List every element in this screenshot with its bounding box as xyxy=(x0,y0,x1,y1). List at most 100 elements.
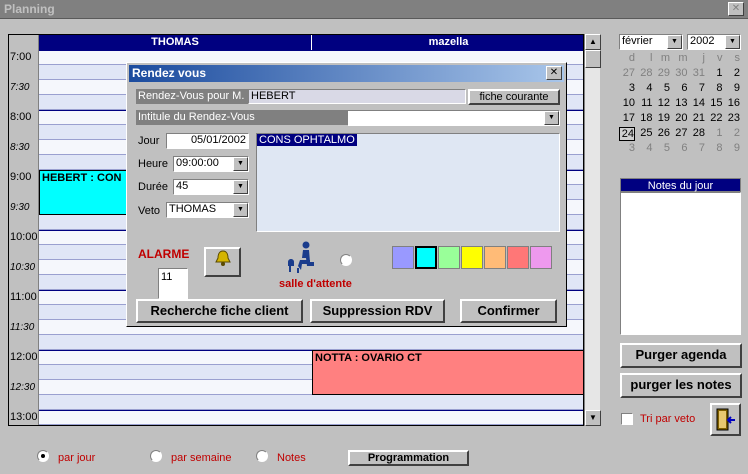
calendar-day[interactable]: 9 xyxy=(724,82,740,94)
calendar-day[interactable]: 22 xyxy=(707,112,722,124)
calendar-day[interactable]: 6 xyxy=(672,82,687,94)
calendar-day[interactable]: 31 xyxy=(689,67,705,79)
time-slot[interactable]: 13:00 xyxy=(9,410,583,425)
calendar-day[interactable]: 28 xyxy=(689,127,705,139)
calendar-day[interactable]: 9 xyxy=(724,142,740,154)
color-swatch-pink[interactable] xyxy=(530,246,552,269)
calendar-day[interactable]: 27 xyxy=(672,127,687,139)
calendar-day[interactable]: 19 xyxy=(654,112,670,124)
notes-du-jour-area[interactable] xyxy=(620,192,741,335)
calendar-day[interactable]: 15 xyxy=(707,97,722,109)
alarm-button[interactable] xyxy=(204,247,241,277)
heure-combo[interactable]: 09:00:00 ▼ xyxy=(173,156,249,172)
time-label: 8:30 xyxy=(10,142,30,153)
chevron-down-icon[interactable]: ▼ xyxy=(667,35,682,49)
calendar-day[interactable]: 1 xyxy=(707,127,722,139)
calendar-day[interactable]: 17 xyxy=(619,112,635,124)
calendar-day[interactable]: 4 xyxy=(637,82,652,94)
calendar-day[interactable]: 8 xyxy=(707,142,722,154)
salle-attente-radio[interactable] xyxy=(340,254,352,266)
calendar-day[interactable]: 14 xyxy=(689,97,705,109)
calendar-day[interactable]: 5 xyxy=(654,82,670,94)
calendar-day[interactable]: 2 xyxy=(724,67,740,79)
notes-label: Notes xyxy=(277,452,306,464)
calendar-day[interactable]: 7 xyxy=(689,142,705,154)
calendar-day[interactable]: 4 xyxy=(637,142,652,154)
calendar-day[interactable]: 30 xyxy=(672,67,687,79)
month-select[interactable]: février ▼ xyxy=(619,34,683,50)
alarme-field[interactable]: 11 xyxy=(158,268,188,299)
intitule-combo[interactable]: ▼ xyxy=(347,110,560,126)
color-swatch-cyan[interactable] xyxy=(415,246,437,269)
dialog-title-bar: Rendez vous ✕ xyxy=(129,65,564,82)
color-swatch-yellow[interactable] xyxy=(461,246,483,269)
color-swatch-violet[interactable] xyxy=(392,246,414,269)
programmation-button[interactable]: Programmation xyxy=(348,450,469,466)
exit-button[interactable] xyxy=(710,403,741,436)
calendar-day[interactable]: 1 xyxy=(707,67,722,79)
calendar-day[interactable]: 3 xyxy=(619,82,635,94)
par-jour-radio[interactable] xyxy=(37,450,49,462)
scroll-thumb[interactable] xyxy=(585,50,601,68)
calendar-day[interactable]: 27 xyxy=(619,67,635,79)
time-slot[interactable] xyxy=(9,395,583,410)
calendar-day[interactable]: 21 xyxy=(689,112,705,124)
column-header-thomas[interactable]: THOMAS xyxy=(39,35,311,50)
calendar-day[interactable]: 7 xyxy=(689,82,705,94)
veto-combo[interactable]: THOMAS ▼ xyxy=(166,202,249,218)
calendar-day[interactable]: 26 xyxy=(654,127,670,139)
calendar-day[interactable]: 8 xyxy=(707,82,722,94)
scroll-up-button[interactable]: ▲ xyxy=(585,34,601,50)
dialog-close-button[interactable]: ✕ xyxy=(546,66,562,80)
calendar-day[interactable]: 10 xyxy=(619,97,635,109)
tri-par-veto-checkbox[interactable] xyxy=(621,413,633,425)
calendar-day[interactable]: 13 xyxy=(672,97,687,109)
par-semaine-radio[interactable] xyxy=(150,450,162,462)
time-label: 8:00 xyxy=(10,111,32,123)
appointment-notta[interactable]: NOTTA : OVARIO CT xyxy=(312,350,583,395)
weekday-label: l xyxy=(650,52,653,64)
calendar-day[interactable]: 28 xyxy=(637,67,652,79)
confirmer-button[interactable]: Confirmer xyxy=(460,299,557,323)
chevron-down-icon[interactable]: ▼ xyxy=(233,180,248,194)
fiche-courante-button[interactable]: fiche courante xyxy=(468,89,560,105)
scroll-down-button[interactable]: ▼ xyxy=(585,410,601,426)
memo-area[interactable]: CONS OPHTALMO xyxy=(256,133,560,232)
calendar-day[interactable]: 29 xyxy=(654,67,670,79)
recherche-fiche-client-button[interactable]: Recherche fiche client xyxy=(136,299,303,323)
notes-radio[interactable] xyxy=(256,450,268,462)
window-close-button[interactable]: ✕ xyxy=(728,2,744,16)
calendar-day[interactable]: 24 xyxy=(619,127,635,141)
time-slot[interactable] xyxy=(9,335,583,350)
grid-scrollbar[interactable]: ▲ ▼ xyxy=(584,34,601,426)
calendar-day[interactable]: 16 xyxy=(724,97,740,109)
calendar-day[interactable]: 2 xyxy=(724,127,740,139)
purger-notes-button[interactable]: purger les notes xyxy=(620,373,742,398)
calendar-day[interactable]: 12 xyxy=(654,97,670,109)
calendar-day[interactable]: 23 xyxy=(724,112,740,124)
chevron-down-icon[interactable]: ▼ xyxy=(233,203,248,217)
patient-field[interactable]: HEBERT xyxy=(248,89,466,104)
jour-field[interactable]: 05/01/2002 xyxy=(166,133,249,149)
suppression-rdv-button[interactable]: Suppression RDV xyxy=(310,299,445,323)
calendar-day[interactable]: 11 xyxy=(637,97,652,109)
chevron-down-icon[interactable]: ▼ xyxy=(233,157,248,171)
calendar-day[interactable]: 25 xyxy=(637,127,652,139)
color-swatch-red[interactable] xyxy=(507,246,529,269)
column-header-mazella[interactable]: mazella xyxy=(311,35,583,50)
duree-combo[interactable]: 45 ▼ xyxy=(173,179,249,195)
calendar-day[interactable]: 5 xyxy=(654,142,670,154)
calendar-day[interactable]: 6 xyxy=(672,142,687,154)
color-swatch-orange[interactable] xyxy=(484,246,506,269)
appointment-hebert[interactable]: HEBERT : CON xyxy=(39,170,129,215)
chevron-down-icon[interactable]: ▼ xyxy=(544,111,559,125)
chevron-down-icon[interactable]: ▼ xyxy=(725,35,740,49)
calendar-day[interactable]: 20 xyxy=(672,112,687,124)
year-select[interactable]: 2002 ▼ xyxy=(687,34,741,50)
calendar-day[interactable]: 18 xyxy=(637,112,652,124)
purger-agenda-button[interactable]: Purger agenda xyxy=(620,343,742,368)
duree-value: 45 xyxy=(176,180,189,192)
color-swatch-green[interactable] xyxy=(438,246,460,269)
calendar-day[interactable]: 3 xyxy=(619,142,635,154)
time-label: 7:30 xyxy=(10,82,30,93)
